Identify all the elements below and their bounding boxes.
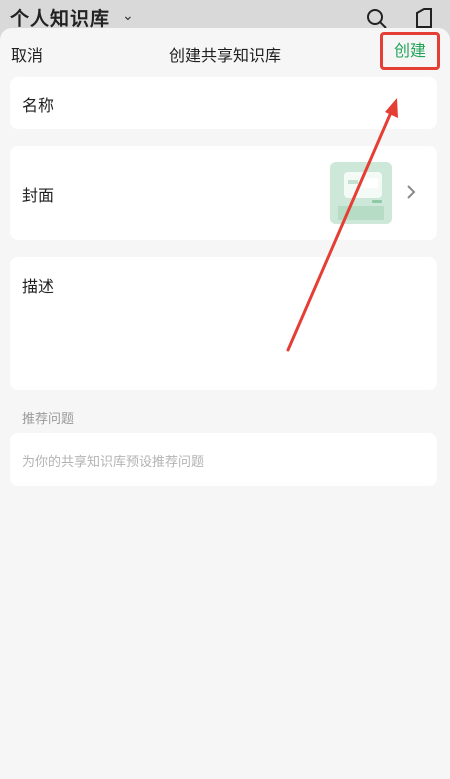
chevron-right-icon bbox=[407, 185, 416, 199]
create-shared-kb-sheet: 取消 创建共享知识库 创建 名称 封面 描述 推荐问题 为你的共享知识库预设推荐… bbox=[0, 28, 450, 779]
description-label: 描述 bbox=[22, 277, 55, 296]
recommended-questions-field[interactable]: 为你的共享知识库预设推荐问题 bbox=[10, 433, 437, 486]
new-note-icon[interactable] bbox=[412, 7, 434, 29]
sheet-topbar: 取消 创建共享知识库 创建 bbox=[0, 28, 450, 76]
create-button[interactable]: 创建 bbox=[380, 32, 440, 70]
name-label: 名称 bbox=[22, 96, 55, 115]
cover-image-icon bbox=[330, 162, 392, 224]
search-icon[interactable] bbox=[366, 8, 388, 30]
cover-selector[interactable]: 封面 bbox=[10, 146, 437, 240]
cover-thumbnail[interactable] bbox=[330, 162, 392, 224]
background-title: 个人知识库 bbox=[10, 8, 111, 30]
recommended-questions-placeholder: 为你的共享知识库预设推荐问题 bbox=[22, 455, 205, 470]
chevron-down-icon[interactable]: ⌄ bbox=[122, 8, 134, 24]
cover-label: 封面 bbox=[22, 186, 55, 205]
recommended-questions-label: 推荐问题 bbox=[22, 412, 75, 427]
name-field[interactable]: 名称 bbox=[10, 77, 437, 129]
description-field[interactable]: 描述 bbox=[10, 257, 437, 390]
